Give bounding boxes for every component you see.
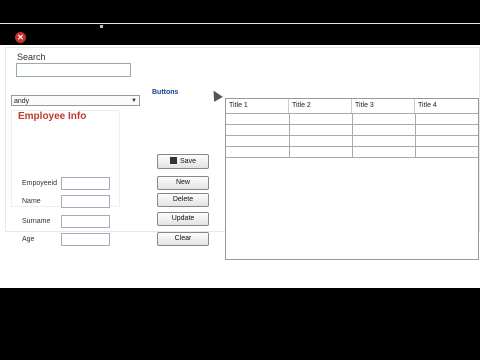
data-grid[interactable]: Title 1 Title 2 Title 3 Title 4 <box>225 98 479 260</box>
grid-row-line <box>226 157 478 158</box>
buttons-group-title: Buttons <box>152 89 179 96</box>
floppy-disk-icon <box>170 157 178 164</box>
top-divider <box>0 23 480 24</box>
grid-column-line <box>352 113 353 157</box>
name-label: Name <box>22 198 41 205</box>
column-header-title-4[interactable]: Title 4 <box>415 99 478 113</box>
column-header-title-1[interactable]: Title 1 <box>226 99 289 113</box>
employee-info-group <box>11 110 120 207</box>
name-field[interactable] <box>61 195 110 208</box>
employee-info-title: Employee Info <box>18 111 87 122</box>
surname-field[interactable] <box>61 215 110 228</box>
employee-combobox[interactable]: andy ▼ <box>11 95 140 106</box>
age-field[interactable] <box>61 233 110 246</box>
new-button[interactable]: New <box>157 176 209 190</box>
chevron-down-icon[interactable]: ▼ <box>131 96 137 107</box>
age-label: Age <box>22 236 35 243</box>
delete-button[interactable]: Delete <box>157 193 209 207</box>
clear-button[interactable]: Clear <box>157 232 209 246</box>
close-icon[interactable]: ✕ <box>15 32 26 43</box>
search-input[interactable] <box>16 63 131 77</box>
grid-column-line <box>289 113 290 157</box>
update-button[interactable]: Update <box>157 212 209 226</box>
save-label: Save <box>180 158 196 165</box>
marker-dot <box>100 25 103 28</box>
surname-label: Surname <box>22 218 51 225</box>
search-label: Search <box>17 52 46 62</box>
column-header-title-3[interactable]: Title 3 <box>352 99 415 113</box>
grid-column-line <box>415 113 416 157</box>
save-button[interactable]: Save <box>157 154 209 169</box>
empoyeeid-label: Empoyeeid <box>22 180 58 187</box>
column-header-title-2[interactable]: Title 2 <box>289 99 352 113</box>
empoyeeid-field[interactable] <box>61 177 110 190</box>
combobox-value: andy <box>14 98 30 105</box>
